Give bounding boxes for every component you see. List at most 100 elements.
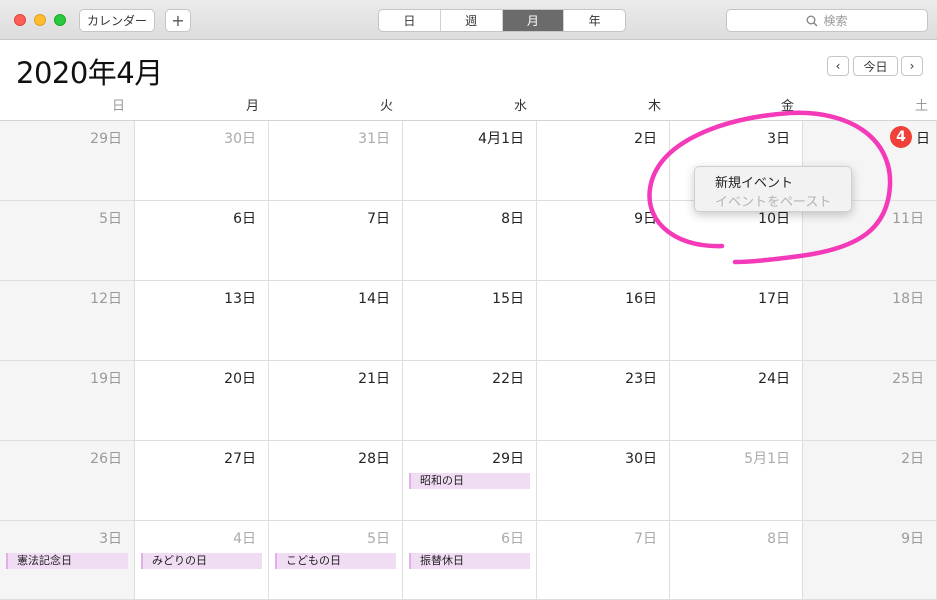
day-cell[interactable]: 16日 bbox=[537, 281, 670, 361]
weekday-header-thu: 木 bbox=[647, 99, 661, 114]
calendars-button[interactable]: カレンダー bbox=[79, 9, 155, 32]
day-cell[interactable]: 8日 bbox=[670, 521, 803, 600]
search-field[interactable]: 検索 bbox=[726, 9, 928, 32]
day-number: 30日 bbox=[625, 451, 657, 467]
day-number: 4月1日 bbox=[478, 131, 524, 147]
day-number: 11日 bbox=[892, 211, 924, 227]
day-number: 18日 bbox=[892, 291, 924, 307]
day-cell[interactable]: 8日 bbox=[403, 201, 537, 281]
day-number: 8日 bbox=[501, 211, 524, 227]
day-number: 15日 bbox=[492, 291, 524, 307]
day-cell[interactable]: 5日 こどもの日 bbox=[269, 521, 403, 600]
event-showa-day[interactable]: 昭和の日 bbox=[409, 473, 530, 489]
menu-item-new-event[interactable]: 新規イベント bbox=[715, 172, 793, 191]
page-title: 2020年4月 bbox=[16, 56, 163, 90]
add-event-button[interactable]: + bbox=[165, 9, 191, 32]
day-number: 2日 bbox=[634, 131, 657, 147]
day-cell[interactable]: 22日 bbox=[403, 361, 537, 441]
day-number: 29日 bbox=[492, 451, 524, 467]
day-number: 7日 bbox=[634, 531, 657, 547]
day-cell[interactable]: 3日 憲法記念日 bbox=[0, 521, 135, 600]
day-number: 4日 bbox=[233, 531, 256, 547]
day-number: 6日 bbox=[233, 211, 256, 227]
tab-day[interactable]: 日 bbox=[379, 10, 440, 31]
minimize-window-button[interactable] bbox=[34, 14, 46, 26]
day-number: 3日 bbox=[767, 131, 790, 147]
day-cell[interactable]: 9日 bbox=[537, 201, 670, 281]
day-number: 9日 bbox=[901, 531, 924, 547]
day-cell[interactable]: 27日 bbox=[135, 441, 269, 521]
day-number: 6日 bbox=[501, 531, 524, 547]
day-cell[interactable]: 23日 bbox=[537, 361, 670, 441]
day-cell[interactable]: 6日 bbox=[135, 201, 269, 281]
day-cell[interactable]: 10日 bbox=[670, 201, 803, 281]
day-cell[interactable]: 21日 bbox=[269, 361, 403, 441]
day-cell[interactable]: 31日 bbox=[269, 121, 403, 201]
day-number: 8日 bbox=[767, 531, 790, 547]
today-button[interactable]: 今日 bbox=[853, 56, 898, 76]
zoom-window-button[interactable] bbox=[54, 14, 66, 26]
view-switcher: 日 週 月 年 bbox=[378, 9, 626, 32]
day-cell[interactable]: 20日 bbox=[135, 361, 269, 441]
day-cell[interactable]: 14日 bbox=[269, 281, 403, 361]
day-cell[interactable]: 4月1日 bbox=[403, 121, 537, 201]
event-childrens-day[interactable]: こどもの日 bbox=[275, 553, 396, 569]
day-number: 24日 bbox=[758, 371, 790, 387]
next-month-button[interactable]: › bbox=[901, 56, 923, 76]
day-cell[interactable]: 19日 bbox=[0, 361, 135, 441]
weekday-header-mon: 月 bbox=[245, 99, 259, 114]
close-window-button[interactable] bbox=[14, 14, 26, 26]
day-cell[interactable]: 24日 bbox=[670, 361, 803, 441]
day-number: 2日 bbox=[901, 451, 924, 467]
tab-week[interactable]: 週 bbox=[439, 10, 502, 31]
day-cell[interactable]: 26日 bbox=[0, 441, 135, 521]
day-cell[interactable]: 29日 昭和の日 bbox=[403, 441, 537, 521]
day-number: 27日 bbox=[224, 451, 256, 467]
weekday-header-sun: 日 bbox=[111, 99, 125, 114]
day-cell[interactable]: 13日 bbox=[135, 281, 269, 361]
day-cell[interactable]: 29日 bbox=[0, 121, 135, 201]
day-cell[interactable]: 11日 bbox=[803, 201, 937, 281]
event-greenery-day[interactable]: みどりの日 bbox=[141, 553, 262, 569]
day-number: 22日 bbox=[492, 371, 524, 387]
event-constitution-day[interactable]: 憲法記念日 bbox=[6, 553, 128, 569]
tab-month[interactable]: 月 bbox=[501, 10, 564, 31]
tab-year[interactable]: 年 bbox=[563, 10, 625, 31]
day-cell[interactable]: 30日 bbox=[135, 121, 269, 201]
day-cell[interactable]: 7日 bbox=[537, 521, 670, 600]
day-cell[interactable]: 15日 bbox=[403, 281, 537, 361]
day-cell[interactable]: 4日 みどりの日 bbox=[135, 521, 269, 600]
day-number: 28日 bbox=[358, 451, 390, 467]
day-cell[interactable]: 28日 bbox=[269, 441, 403, 521]
weekday-header-tue: 火 bbox=[379, 99, 393, 114]
day-number: 31日 bbox=[358, 131, 390, 147]
day-number: 21日 bbox=[358, 371, 390, 387]
day-cell[interactable]: 9日 bbox=[803, 521, 937, 600]
event-substitute-holiday[interactable]: 振替休日 bbox=[409, 553, 530, 569]
day-number: 14日 bbox=[358, 291, 390, 307]
day-number: 30日 bbox=[224, 131, 256, 147]
day-number: 26日 bbox=[90, 451, 122, 467]
day-cell[interactable]: 2日 bbox=[803, 441, 937, 521]
context-menu: 新規イベント イベントをペースト bbox=[694, 166, 852, 212]
day-number: 3日 bbox=[99, 531, 122, 547]
day-number: 17日 bbox=[758, 291, 790, 307]
day-cell[interactable]: 17日 bbox=[670, 281, 803, 361]
day-cell[interactable]: 18日 bbox=[803, 281, 937, 361]
day-cell[interactable]: 30日 bbox=[537, 441, 670, 521]
day-cell[interactable]: 7日 bbox=[269, 201, 403, 281]
day-cell[interactable]: 12日 bbox=[0, 281, 135, 361]
day-number-suffix: 日 bbox=[916, 131, 930, 147]
day-cell[interactable]: 5月1日 bbox=[670, 441, 803, 521]
day-number: 5日 bbox=[99, 211, 122, 227]
day-cell[interactable]: 25日 bbox=[803, 361, 937, 441]
day-number: 5月1日 bbox=[744, 451, 790, 467]
day-number: 20日 bbox=[224, 371, 256, 387]
weekday-header-fri: 金 bbox=[780, 99, 794, 114]
day-cell[interactable]: 2日 bbox=[537, 121, 670, 201]
day-number: 9日 bbox=[634, 211, 657, 227]
day-cell[interactable]: 5日 bbox=[0, 201, 135, 281]
previous-month-button[interactable]: ‹ bbox=[827, 56, 849, 76]
day-number: 25日 bbox=[892, 371, 924, 387]
day-cell[interactable]: 6日 振替休日 bbox=[403, 521, 537, 600]
